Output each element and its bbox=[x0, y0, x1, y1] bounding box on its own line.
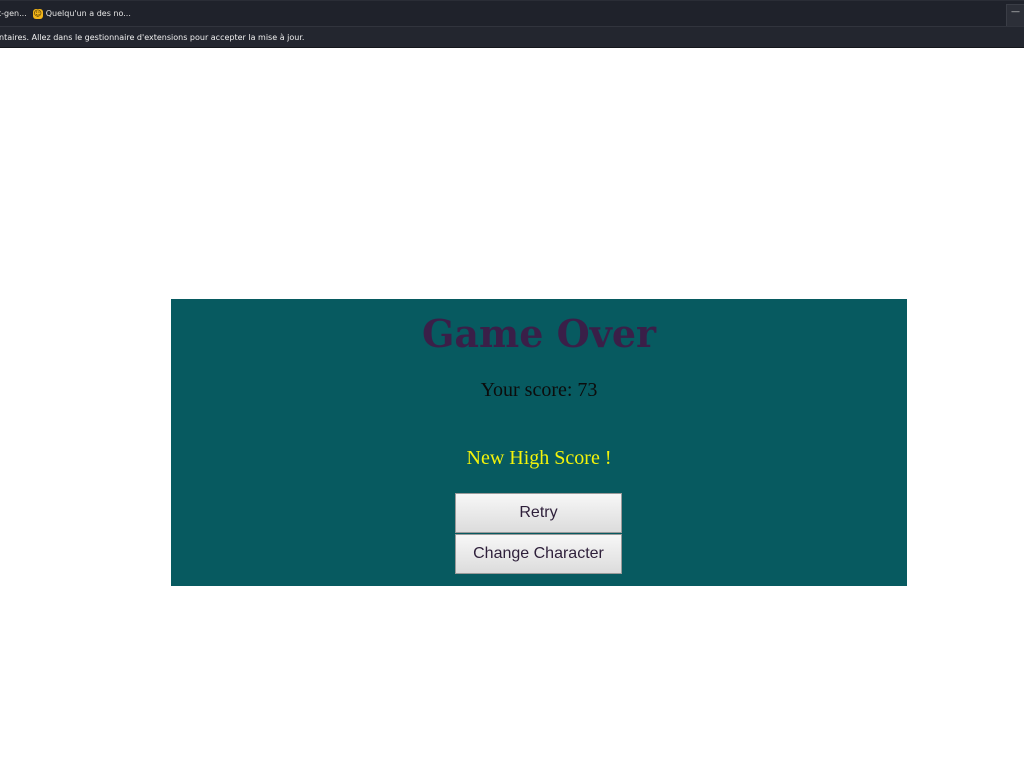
minimize-icon: — bbox=[1011, 7, 1020, 17]
extension-notice-text: ntaires. Allez dans le gestionnaire d'ex… bbox=[0, 32, 305, 42]
bookmark-label: Quelqu'un a des no... bbox=[45, 9, 131, 18]
bookmark-label: t-gen... bbox=[0, 9, 27, 18]
retry-button[interactable]: Retry bbox=[455, 493, 622, 533]
bookmark-item[interactable]: ☺ Quelqu'un a des no... bbox=[32, 8, 137, 19]
game-over-panel: Game Over Your score: 73 New High Score … bbox=[171, 299, 907, 586]
new-high-score-text: New High Score ! bbox=[466, 447, 612, 469]
emoji-face-icon: ☺ bbox=[32, 8, 43, 19]
bookmarks-bar: t-gen... ☺ Quelqu'un a des no... bbox=[0, 0, 1024, 26]
bookmark-item[interactable]: t-gen... bbox=[0, 9, 33, 18]
change-character-button[interactable]: Change Character bbox=[455, 534, 622, 574]
extension-notice-bar: ntaires. Allez dans le gestionnaire d'ex… bbox=[0, 26, 1024, 48]
game-over-title: Game Over bbox=[421, 311, 657, 356]
score-text: Your score: 73 bbox=[480, 379, 598, 401]
